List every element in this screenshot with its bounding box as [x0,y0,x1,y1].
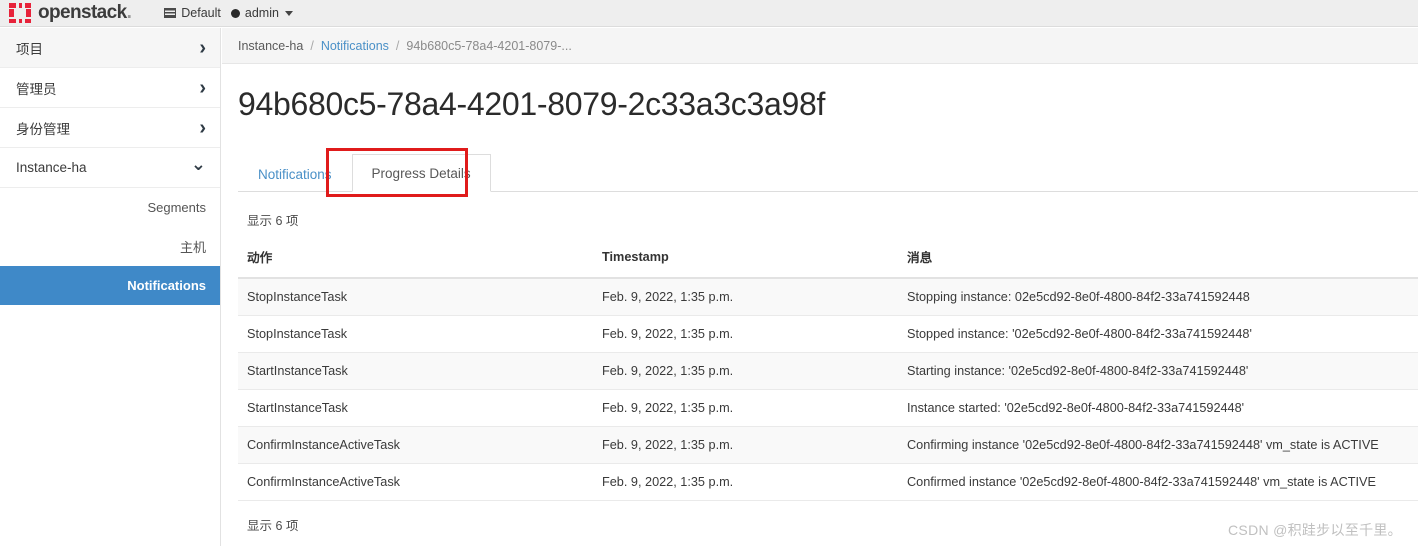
breadcrumb-item-instance-ha: Instance-ha [238,38,304,53]
tabs-container: Notifications Progress Details [222,148,1418,197]
cell-timestamp: Feb. 9, 2022, 1:35 p.m. [593,278,898,316]
cell-message: Starting instance: '02e5cd92-8e0f-4800-8… [898,352,1418,390]
sidebar-item-segments[interactable]: Segments [0,188,220,227]
cell-message: Stopping instance: 02e5cd92-8e0f-4800-84… [898,278,1418,316]
breadcrumb: Instance-ha / Notifications / 94b680c5-7… [222,28,1418,64]
table-row: ConfirmInstanceActiveTask Feb. 9, 2022, … [238,463,1418,501]
chevron-right-icon [199,38,206,58]
sidebar-group-admin[interactable]: 管理员 [0,68,220,108]
sidebar-group-label: Instance-ha [16,160,87,175]
cell-message: Instance started: '02e5cd92-8e0f-4800-84… [898,389,1418,427]
cell-timestamp: Feb. 9, 2022, 1:35 p.m. [593,315,898,353]
cell-action: StartInstanceTask [238,352,593,390]
breadcrumb-item-notifications[interactable]: Notifications [321,39,389,53]
table-row: ConfirmInstanceActiveTask Feb. 9, 2022, … [238,426,1418,464]
breadcrumb-item-current: 94b680c5-78a4-4201-8079-... [406,38,572,53]
brand-name-dot: . [126,2,132,23]
openstack-logo-icon [9,3,31,23]
table-row: StopInstanceTask Feb. 9, 2022, 1:35 p.m.… [238,315,1418,353]
context-switchers: Default admin [159,0,298,26]
cell-action: ConfirmInstanceActiveTask [238,426,593,464]
column-header-message[interactable]: 消息 [898,243,1418,279]
user-menu[interactable]: admin [226,0,298,26]
tab-notifications[interactable]: Notifications [238,155,352,192]
csdn-watermark: CSDN @积跬步以至千里。 [1228,522,1402,538]
cell-timestamp: Feb. 9, 2022, 1:35 p.m. [593,352,898,390]
table-row: StartInstanceTask Feb. 9, 2022, 1:35 p.m… [238,352,1418,390]
sidebar-group-instance-ha[interactable]: Instance-ha [0,148,220,188]
cell-message: Confirming instance '02e5cd92-8e0f-4800-… [898,426,1418,464]
domain-label: Default [181,6,221,20]
sidebar-group-label: 身份管理 [16,121,70,137]
caret-down-icon [284,10,293,16]
chevron-right-icon [199,78,206,98]
cell-timestamp: Feb. 9, 2022, 1:35 p.m. [593,426,898,464]
brand-name-text: openstack [38,2,127,23]
breadcrumb-separator: / [310,38,314,53]
page-title: 94b680c5-78a4-4201-8079-2c33a3c3a98f [238,86,826,122]
column-header-timestamp[interactable]: Timestamp [593,243,898,279]
domain-selector[interactable]: Default [159,0,226,26]
progress-details-panel: 显示 6 项 动作 Timestamp 消息 StopInstanceTask … [222,192,1418,534]
table-header: 动作 Timestamp 消息 [238,243,1418,279]
sidebar-group-label: 项目 [16,41,43,57]
progress-details-table: 动作 Timestamp 消息 StopInstanceTask Feb. 9,… [238,243,1418,501]
chevron-right-icon [199,118,206,138]
breadcrumb-separator: / [395,38,400,53]
top-navigation-bar: openstack. Default admin [0,0,1418,27]
chevron-down-icon [191,159,206,177]
cell-action: ConfirmInstanceActiveTask [238,463,593,501]
cell-action: StopInstanceTask [238,315,593,353]
sidebar-group-label: 管理员 [16,81,57,97]
openstack-brand[interactable]: openstack. [0,0,132,26]
brand-name: openstack. [38,2,132,24]
sidebar-navigation: 项目 管理员 身份管理 Instance-ha Segments 主机 Noti… [0,28,221,546]
sidebar-item-label: 主机 [179,240,206,255]
sidebar-group-identity[interactable]: 身份管理 [0,108,220,148]
record-count-top: 显示 6 项 [247,214,299,228]
list-icon [164,8,177,18]
cell-message: Stopped instance: '02e5cd92-8e0f-4800-84… [898,315,1418,353]
column-header-action[interactable]: 动作 [238,243,593,279]
table-header-row: 动作 Timestamp 消息 [238,243,1418,279]
tab-label: Notifications [258,167,332,182]
sidebar-item-notifications[interactable]: Notifications [0,266,220,305]
user-dot-icon [230,8,240,18]
cell-action: StartInstanceTask [238,389,593,427]
sidebar-item-label: Segments [147,200,206,215]
cell-timestamp: Feb. 9, 2022, 1:35 p.m. [593,463,898,501]
table-row: StopInstanceTask Feb. 9, 2022, 1:35 p.m.… [238,278,1418,316]
sidebar-item-label: Notifications [127,278,206,293]
tab-list: Notifications Progress Details [238,148,1418,192]
tab-label: Progress Details [371,166,471,181]
table-row: StartInstanceTask Feb. 9, 2022, 1:35 p.m… [238,389,1418,427]
user-label: admin [244,6,279,20]
cell-action: StopInstanceTask [238,278,593,316]
table-body: StopInstanceTask Feb. 9, 2022, 1:35 p.m.… [238,278,1418,501]
sidebar-item-hosts[interactable]: 主机 [0,227,220,266]
sidebar-group-project[interactable]: 项目 [0,28,220,68]
cell-message: Confirmed instance '02e5cd92-8e0f-4800-8… [898,463,1418,501]
tab-progress-details[interactable]: Progress Details [351,154,491,192]
main-content: Instance-ha / Notifications / 94b680c5-7… [222,28,1418,546]
cell-timestamp: Feb. 9, 2022, 1:35 p.m. [593,389,898,427]
